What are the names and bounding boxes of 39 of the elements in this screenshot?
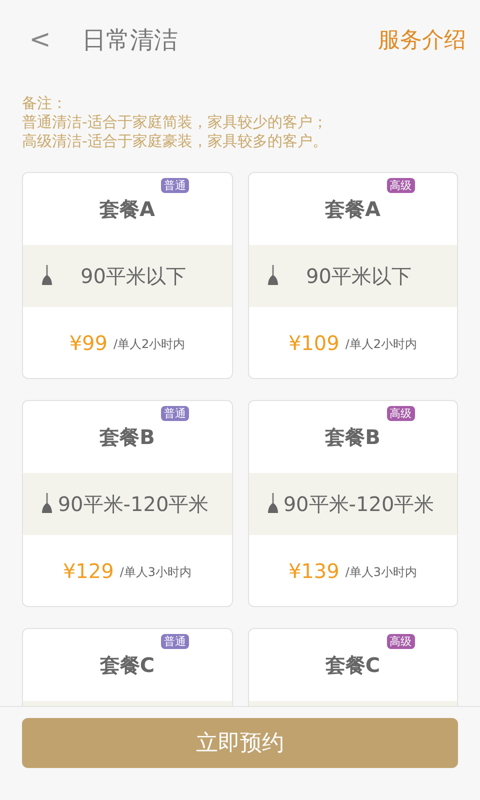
duster-icon — [266, 265, 278, 287]
package-name: 套餐C — [100, 652, 155, 679]
package-name: 套餐A — [100, 196, 155, 223]
area-label: 90平米-120平米 — [282, 491, 436, 518]
tier-tag: 普通 — [161, 634, 189, 649]
duster-icon — [41, 265, 53, 287]
area-label: 90平米-120平米 — [56, 491, 210, 518]
area-label: 90平米以下 — [305, 263, 412, 290]
package-card[interactable]: 套餐B 普通 90平米-120平米 ¥129 /单人3小时内 — [22, 400, 232, 607]
tier-tag: 普通 — [161, 178, 189, 193]
note-label: 备注： — [22, 94, 68, 113]
package-card[interactable]: 套餐C 高级 — [248, 628, 458, 706]
tier-tag: 高级 — [386, 634, 414, 649]
package-name: 套餐B — [325, 424, 380, 451]
price: ¥109 — [288, 330, 340, 356]
tier-tag: 高级 — [386, 178, 414, 193]
package-name: 套餐C — [325, 652, 380, 679]
package-name: 套餐B — [100, 424, 155, 451]
price-unit: /单人3小时内 — [345, 564, 418, 581]
duster-icon — [41, 493, 53, 515]
note-line: 普通清洁-适合于家庭简装，家具较少的客户； — [22, 113, 328, 132]
price: ¥129 — [62, 558, 114, 584]
package-card[interactable]: 套餐A 高级 90平米以下 ¥109 /单人2小时内 — [248, 172, 458, 379]
package-card[interactable]: 套餐B 高级 90平米-120平米 ¥139 /单人3小时内 — [248, 400, 458, 607]
price-unit: /单人2小时内 — [345, 336, 418, 353]
package-card[interactable]: 套餐A 普通 90平米以下 ¥99 /单人2小时内 — [22, 172, 232, 379]
price-unit: /单人3小时内 — [120, 564, 192, 581]
package-card[interactable]: 套餐C 普通 — [22, 628, 232, 706]
price: ¥139 — [288, 558, 340, 584]
page-title: 日常清洁 — [82, 25, 178, 56]
package-name: 套餐A — [325, 196, 380, 223]
price: ¥99 — [69, 330, 108, 356]
tier-tag: 高级 — [386, 406, 414, 421]
tier-tag: 普通 — [161, 406, 189, 421]
price-unit: /单人2小时内 — [114, 336, 186, 353]
area-label: 90平米以下 — [80, 263, 187, 290]
duster-icon — [266, 493, 278, 515]
note-line: 高级清洁-适合于家庭豪装，家具较多的客户。 — [22, 132, 328, 151]
back-button[interactable]: < — [28, 20, 52, 60]
